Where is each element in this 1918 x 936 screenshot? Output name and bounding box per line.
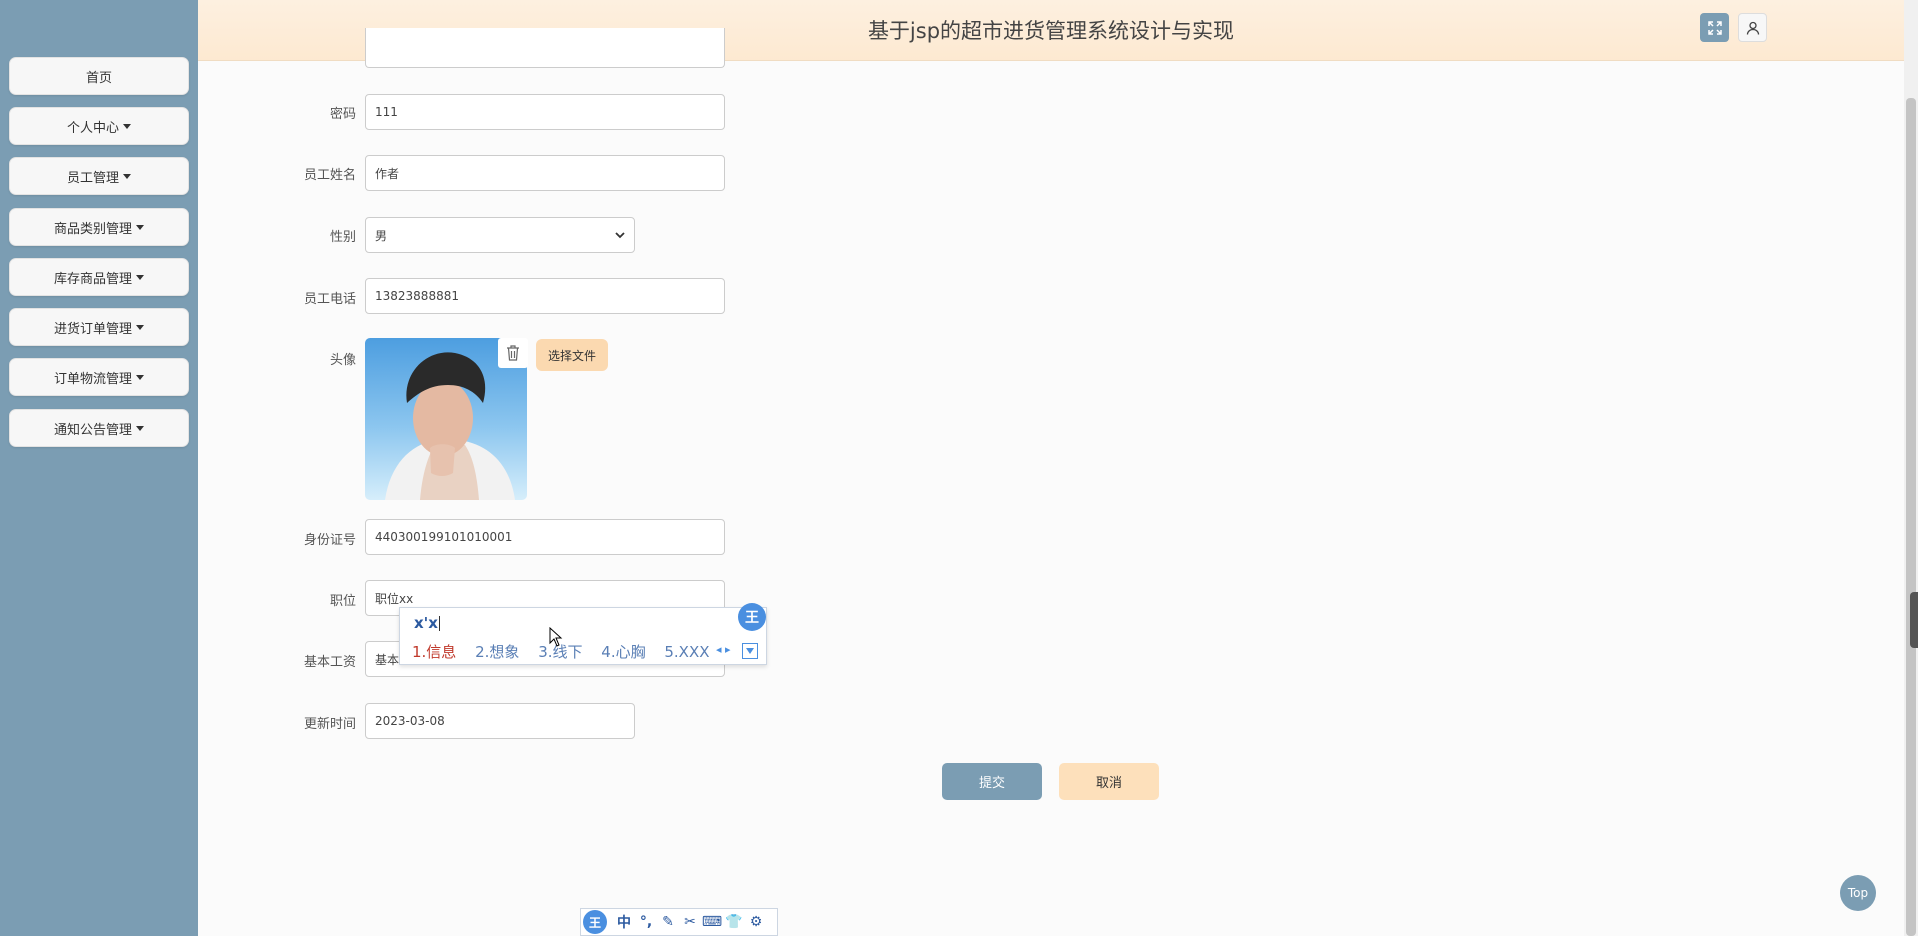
chevron-down-icon (615, 232, 625, 239)
ime-candidate[interactable]: 2.想象 (475, 643, 519, 661)
username-field[interactable] (365, 28, 725, 68)
update-time-label: 更新时间 (303, 717, 356, 732)
user-icon (1746, 21, 1759, 35)
choose-file-button[interactable]: 选择文件 (536, 339, 608, 371)
ime-composition: x'x (414, 614, 440, 632)
password-label: 密码 (329, 107, 356, 122)
expand-icon (1707, 20, 1722, 35)
gender-value: 男 (375, 228, 388, 243)
submit-button[interactable]: 提交 (942, 763, 1042, 800)
ime-logo-icon[interactable]: 王 (583, 910, 607, 934)
ime-skin-icon[interactable]: 👕 (723, 911, 745, 933)
ime-candidate-window: x'x 1.信息 2.想象 3.线下 4.心胸 5.XXX ◂ ▸ 王 (399, 603, 767, 665)
avatar-label: 头像 (329, 353, 356, 368)
ime-logo-icon: 王 (738, 603, 766, 631)
caret-down-icon (136, 324, 144, 330)
ime-handwriting-icon[interactable]: ✎ (657, 911, 679, 933)
ime-punctuation-button[interactable]: °, (635, 911, 657, 933)
fullscreen-button[interactable] (1700, 13, 1729, 42)
ime-chinese-mode-button[interactable]: 中 (613, 911, 635, 933)
ime-settings-icon[interactable]: ⚙ (745, 911, 767, 933)
back-to-top-button[interactable]: Top (1840, 875, 1876, 911)
scrollbar-thumb[interactable] (1906, 98, 1916, 936)
trash-icon (507, 345, 519, 361)
name-label: 员工姓名 (303, 168, 356, 183)
sidebar-item-category-management[interactable]: 商品类别管理 (9, 208, 189, 246)
ime-candidate[interactable]: 4.心胸 (601, 643, 645, 661)
update-time-field[interactable]: 2023-03-08 (365, 703, 635, 739)
phone-field[interactable]: 13823888881 (365, 278, 725, 314)
sidebar-item-purchase-order-management[interactable]: 进货订单管理 (9, 308, 189, 346)
ime-scissors-icon[interactable]: ✂ (679, 911, 701, 933)
idcard-field[interactable]: 440300199101010001 (365, 519, 725, 555)
side-panel-tab[interactable] (1910, 592, 1918, 648)
caret-down-icon (136, 374, 144, 380)
sidebar-item-employee-management[interactable]: 员工管理 (9, 157, 189, 195)
sidebar-item-inventory-management[interactable]: 库存商品管理 (9, 258, 189, 296)
name-field[interactable]: 作者 (365, 155, 725, 191)
scrollbar[interactable] (1904, 0, 1918, 936)
sidebar-item-personal-center[interactable]: 个人中心 (9, 107, 189, 145)
delete-avatar-button[interactable] (498, 338, 528, 368)
caret-down-icon (123, 173, 131, 179)
mouse-cursor-icon (549, 627, 563, 647)
idcard-label: 身份证号 (303, 533, 356, 548)
caret-down-icon (136, 224, 144, 230)
ime-toolbar: 王 中 °, ✎ ✂ ⌨ 👕 ⚙ (580, 908, 778, 936)
phone-label: 员工电话 (303, 292, 356, 307)
position-label: 职位 (329, 594, 356, 609)
caret-down-icon (123, 123, 131, 129)
chevron-down-icon (746, 648, 754, 654)
caret-down-icon (136, 274, 144, 280)
ime-candidate-list: 1.信息 2.想象 3.线下 4.心胸 5.XXX (412, 641, 724, 662)
sidebar-item-home[interactable]: 首页 (9, 57, 189, 95)
ime-page-arrows[interactable]: ◂ ▸ (716, 643, 731, 656)
ime-expand-button[interactable] (742, 643, 758, 659)
cancel-button[interactable]: 取消 (1059, 763, 1159, 800)
user-button[interactable] (1738, 13, 1767, 42)
caret-down-icon (136, 425, 144, 431)
sidebar: 首页 个人中心 员工管理 商品类别管理 库存商品管理 进货订单管理 订单物流管理… (0, 0, 198, 936)
ime-candidate[interactable]: 5.XXX (664, 643, 709, 661)
salary-label: 基本工资 (303, 655, 356, 670)
gender-label: 性别 (329, 230, 356, 245)
ime-keyboard-icon[interactable]: ⌨ (701, 911, 723, 933)
sidebar-item-notice-management[interactable]: 通知公告管理 (9, 409, 189, 447)
sidebar-item-logistics-management[interactable]: 订单物流管理 (9, 358, 189, 396)
ime-candidate[interactable]: 1.信息 (412, 643, 456, 661)
password-field[interactable]: 111 (365, 94, 725, 130)
gender-select[interactable]: 男 (365, 217, 635, 253)
